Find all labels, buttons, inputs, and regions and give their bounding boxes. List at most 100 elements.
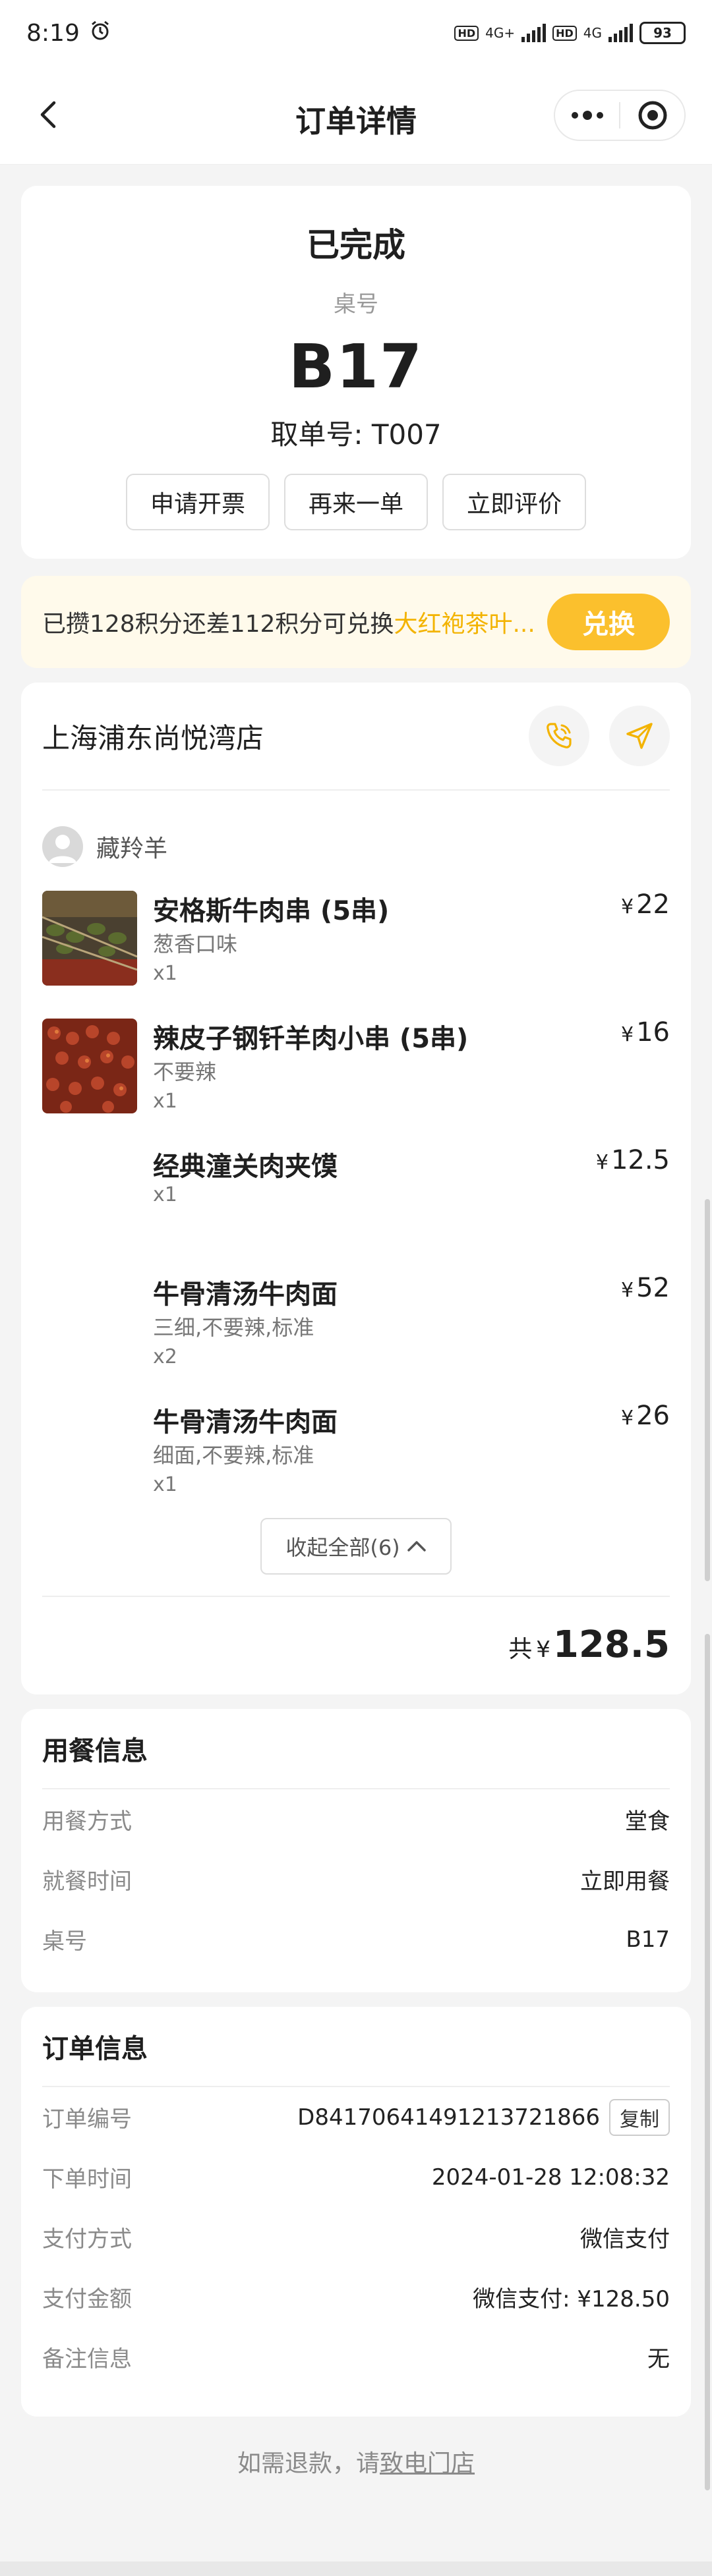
scrollbar[interactable]: [705, 1199, 710, 1581]
order-total: 共 ¥ 128.5: [42, 1623, 670, 1666]
item-price-value: 12.5: [610, 1145, 670, 1175]
currency-symbol: ¥: [621, 895, 634, 918]
item-name: 安格斯牛肉串 (5串): [153, 896, 390, 926]
user-name: 藏羚羊: [96, 835, 168, 862]
info-label: 支付金额: [42, 2286, 132, 2312]
item-qty: x1: [153, 1183, 177, 1206]
info-value: B17: [626, 1926, 670, 1953]
info-row: 支付方式 微信支付: [42, 2207, 670, 2267]
currency-symbol: ¥: [595, 1151, 608, 1174]
item-image: [42, 1019, 137, 1113]
gesture-bar: [0, 2562, 712, 2576]
total-amount: 128.5: [552, 1623, 670, 1666]
reorder-button[interactable]: 再来一单: [284, 474, 428, 530]
currency-symbol: ¥: [621, 1407, 634, 1430]
call-store-link[interactable]: 致电门店: [380, 2450, 475, 2477]
info-row: 下单时间 2024-01-28 12:08:32: [42, 2147, 670, 2207]
info-value: 微信支付: [580, 2226, 670, 2253]
item-spec: 葱香口味: [153, 932, 238, 957]
collapse-label: 收起全部(6): [285, 1535, 400, 1560]
info-label: 支付方式: [42, 2226, 132, 2253]
dining-info-card: 用餐信息 用餐方式 堂食 就餐时间 立即用餐 桌号 B17: [21, 1709, 691, 1992]
redeem-button[interactable]: 兑换: [547, 594, 670, 650]
network-label-2: 4G: [583, 25, 602, 41]
points-text: 已攒128积分还差112积分可兑换大红袍茶叶...: [42, 605, 547, 639]
order-status-card: 已完成 桌号 B17 取单号: T007 申请开票 再来一单 立即评价: [21, 186, 691, 559]
status-left: 8:19: [26, 19, 111, 47]
more-button[interactable]: [555, 91, 619, 140]
item-spec: 三细,不要辣,标准: [153, 1315, 314, 1340]
item-name: 牛骨清汤牛肉面: [153, 1279, 338, 1310]
store-name[interactable]: 上海浦东尚悦湾店: [42, 716, 509, 756]
info-label: 桌号: [42, 1928, 87, 1955]
order-items-card: 上海浦东尚悦湾店 藏羚羊 安格斯牛肉串 (5串) 葱香口味 x1 ¥22 辣皮子…: [21, 683, 691, 1694]
refund-note-text: 如需退款，请: [237, 2450, 380, 2477]
nav-bar: 订单详情: [0, 66, 712, 165]
beef-skewer-image: [42, 891, 137, 986]
call-store-button[interactable]: [529, 706, 589, 766]
info-row: 订单编号 D84170641491213721866 复制: [42, 2087, 670, 2147]
order-item: 牛骨清汤牛肉面 细面,不要辣,标准 x1 ¥26: [42, 1401, 670, 1510]
status-right: HD 4G+ HD 4G 93: [454, 22, 686, 44]
battery-level: 93: [653, 25, 672, 41]
copy-button[interactable]: 复制: [609, 2098, 670, 2136]
info-value: 微信支付: ¥128.50: [473, 2286, 670, 2312]
item-price: ¥12.5: [596, 1145, 670, 1175]
info-row: 支付金额 微信支付: ¥128.50: [42, 2267, 670, 2327]
item-qty: x2: [153, 1345, 177, 1368]
user-row: 藏羚羊: [42, 804, 670, 889]
info-row: 备注信息 无: [42, 2327, 670, 2387]
item-price: ¥22: [621, 889, 670, 920]
refund-note: 如需退款，请致电门店: [0, 2444, 712, 2478]
collapse-all-button[interactable]: 收起全部(6): [260, 1518, 452, 1575]
info-value: 无: [647, 2346, 670, 2372]
info-value: 2024-01-28 12:08:32: [431, 2164, 670, 2191]
navigate-button[interactable]: [609, 706, 670, 766]
item-spec: 不要辣: [153, 1059, 217, 1084]
store-row: 上海浦东尚悦湾店: [42, 683, 670, 791]
dining-info-title: 用餐信息: [42, 1709, 670, 1789]
item-price: ¥16: [621, 1017, 670, 1048]
info-label: 备注信息: [42, 2346, 132, 2372]
total-label: 共: [508, 1636, 533, 1663]
invoice-button[interactable]: 申请开票: [126, 474, 270, 530]
back-icon[interactable]: [33, 99, 65, 130]
close-miniprogram-button[interactable]: [620, 91, 684, 140]
alarm-icon: [89, 19, 111, 47]
review-button[interactable]: 立即评价: [442, 474, 586, 530]
item-price-value: 26: [636, 1401, 670, 1431]
signal-icon-2: [608, 24, 633, 42]
order-item: 牛骨清汤牛肉面 三细,不要辣,标准 x2 ¥52: [42, 1273, 670, 1401]
navigation-icon: [626, 723, 653, 749]
points-reward[interactable]: 大红袍茶叶...: [394, 611, 535, 638]
info-row: 就餐时间 立即用餐: [42, 1849, 670, 1909]
order-item: 经典潼关肉夹馍 x1 ¥12.5: [42, 1145, 670, 1273]
item-name: 经典潼关肉夹馍: [153, 1152, 338, 1182]
info-row: 用餐方式 堂食: [42, 1789, 670, 1849]
info-value: 堂食: [625, 1808, 670, 1835]
order-number: D84170641491213721866: [297, 2104, 600, 2131]
order-item: 安格斯牛肉串 (5串) 葱香口味 x1 ¥22: [42, 889, 670, 1017]
item-spec: 细面,不要辣,标准: [153, 1443, 314, 1468]
divider: [42, 1596, 670, 1597]
currency-symbol: ¥: [621, 1023, 634, 1046]
phone-icon: [547, 723, 572, 748]
order-item: 辣皮子钢钎羊肉小串 (5串) 不要辣 x1 ¥16: [42, 1017, 670, 1145]
collapse-wrap: 收起全部(6): [42, 1518, 670, 1575]
info-row: 桌号 B17: [42, 1909, 670, 1969]
item-price-value: 52: [636, 1273, 670, 1303]
chevron-up-icon: [407, 1541, 426, 1552]
lamb-skewer-image: [42, 1019, 137, 1113]
pickup-number: 取单号: T007: [270, 418, 442, 451]
order-status: 已完成: [307, 226, 405, 264]
scrollbar-2[interactable]: [705, 1634, 710, 2490]
item-price: ¥26: [621, 1401, 670, 1431]
item-image: [42, 891, 137, 986]
points-banner: 已攒128积分还差112积分可兑换大红袍茶叶... 兑换: [21, 576, 691, 668]
mini-program-capsule: [554, 90, 686, 141]
item-price-value: 22: [636, 889, 670, 920]
info-label: 下单时间: [42, 2166, 132, 2193]
item-qty: x1: [153, 1473, 177, 1496]
order-info-title: 订单信息: [42, 2007, 670, 2087]
item-qty: x1: [153, 1090, 177, 1113]
